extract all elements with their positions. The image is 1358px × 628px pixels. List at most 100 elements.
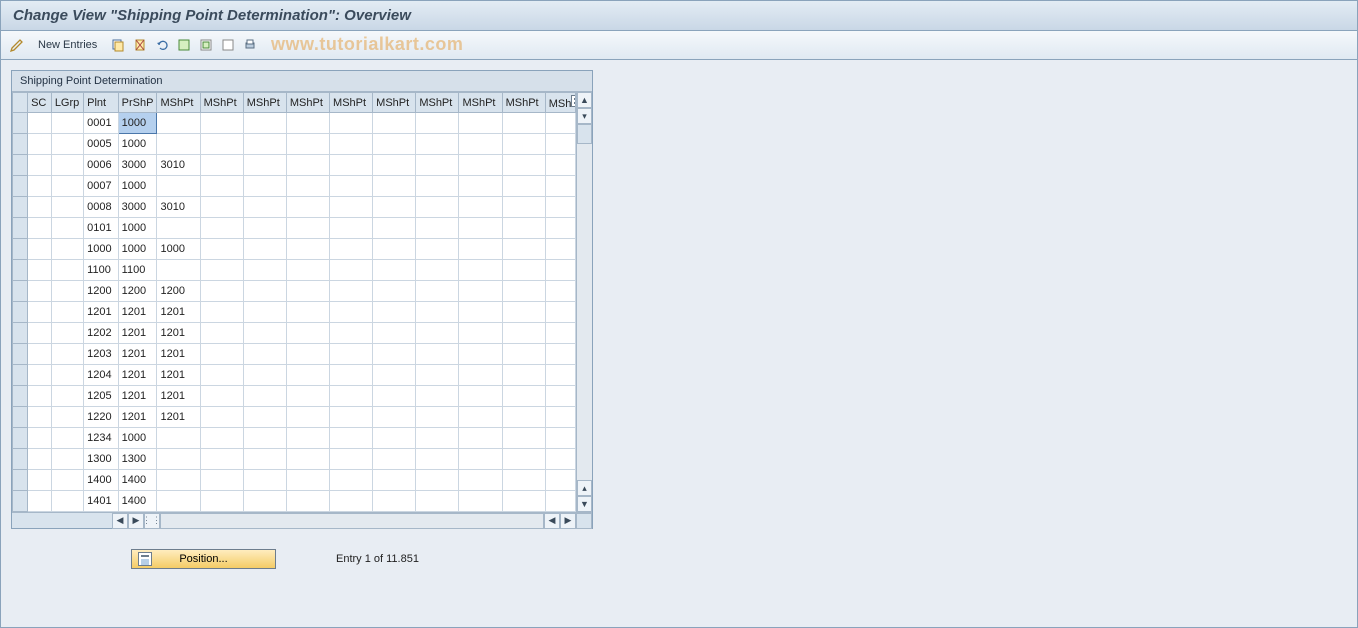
cell-sc[interactable] bbox=[28, 428, 52, 449]
cell-plnt[interactable]: 1000 bbox=[84, 239, 119, 260]
col-lgrp[interactable]: LGrp bbox=[51, 93, 83, 113]
col-mshpt[interactable]: MShPt bbox=[286, 93, 329, 113]
cell-mshpt[interactable] bbox=[545, 344, 575, 365]
cell-mshpt[interactable] bbox=[416, 323, 459, 344]
row-selector[interactable] bbox=[13, 260, 28, 281]
col-mshpt[interactable]: MShPt bbox=[330, 93, 373, 113]
cell-plnt[interactable]: 1201 bbox=[84, 302, 119, 323]
cell-mshpt[interactable] bbox=[416, 449, 459, 470]
cell-lgrp[interactable] bbox=[51, 302, 83, 323]
cell-sc[interactable] bbox=[28, 218, 52, 239]
cell-mshpt[interactable] bbox=[200, 491, 243, 512]
row-selector[interactable] bbox=[13, 281, 28, 302]
cell-mshpt[interactable] bbox=[200, 428, 243, 449]
cell-lgrp[interactable] bbox=[51, 218, 83, 239]
cell-mshpt[interactable] bbox=[286, 428, 329, 449]
cell-prshp[interactable]: 1400 bbox=[118, 470, 157, 491]
row-selector[interactable] bbox=[13, 218, 28, 239]
cell-mshpt[interactable] bbox=[286, 155, 329, 176]
row-selector[interactable] bbox=[13, 155, 28, 176]
cell-mshpt[interactable] bbox=[286, 113, 329, 134]
col-mshpt[interactable]: MShPt bbox=[200, 93, 243, 113]
cell-mshpt[interactable] bbox=[416, 386, 459, 407]
cell-plnt[interactable]: 1401 bbox=[84, 491, 119, 512]
print-icon[interactable] bbox=[242, 37, 258, 53]
row-selector[interactable] bbox=[13, 344, 28, 365]
cell-prshp[interactable]: 1000 bbox=[118, 428, 157, 449]
cell-mshpt[interactable] bbox=[243, 281, 286, 302]
cell-prshp[interactable]: 1000 bbox=[118, 218, 157, 239]
cell-mshpt[interactable]: 3010 bbox=[157, 197, 200, 218]
cell-mshpt[interactable] bbox=[416, 365, 459, 386]
cell-mshpt[interactable] bbox=[330, 449, 373, 470]
cell-mshpt[interactable] bbox=[373, 407, 416, 428]
cell-mshpt[interactable] bbox=[416, 218, 459, 239]
col-mshpt[interactable]: MShPt bbox=[416, 93, 459, 113]
cell-mshpt[interactable] bbox=[330, 302, 373, 323]
cell-mshpt[interactable] bbox=[459, 281, 502, 302]
cell-mshpt[interactable] bbox=[330, 176, 373, 197]
cell-mshpt[interactable] bbox=[373, 218, 416, 239]
cell-mshpt[interactable] bbox=[459, 470, 502, 491]
cell-mshpt[interactable] bbox=[545, 428, 575, 449]
cell-mshpt[interactable] bbox=[545, 470, 575, 491]
cell-mshpt[interactable] bbox=[459, 176, 502, 197]
cell-mshpt[interactable] bbox=[502, 197, 545, 218]
cell-mshpt[interactable]: 1201 bbox=[157, 302, 200, 323]
cell-mshpt[interactable] bbox=[286, 407, 329, 428]
cell-mshpt[interactable] bbox=[200, 218, 243, 239]
cell-mshpt[interactable] bbox=[330, 323, 373, 344]
cell-mshpt[interactable] bbox=[200, 449, 243, 470]
cell-lgrp[interactable] bbox=[51, 344, 83, 365]
cell-mshpt[interactable] bbox=[373, 260, 416, 281]
data-grid[interactable]: SC LGrp Plnt PrShP MShPt MShPt MShPt MSh… bbox=[12, 92, 576, 512]
cell-mshpt[interactable] bbox=[200, 176, 243, 197]
cell-mshpt[interactable] bbox=[286, 176, 329, 197]
cell-mshpt[interactable] bbox=[330, 386, 373, 407]
cell-mshpt[interactable] bbox=[373, 239, 416, 260]
cell-mshpt[interactable] bbox=[330, 407, 373, 428]
cell-mshpt[interactable] bbox=[200, 386, 243, 407]
cell-prshp[interactable]: 1000 bbox=[118, 134, 157, 155]
cell-mshpt[interactable] bbox=[243, 407, 286, 428]
cell-mshpt[interactable] bbox=[330, 344, 373, 365]
cell-mshpt[interactable] bbox=[243, 134, 286, 155]
cell-plnt[interactable]: 0006 bbox=[84, 155, 119, 176]
cell-plnt[interactable]: 0007 bbox=[84, 176, 119, 197]
cell-mshpt[interactable] bbox=[200, 470, 243, 491]
cell-mshpt[interactable] bbox=[200, 281, 243, 302]
cell-mshpt[interactable] bbox=[373, 281, 416, 302]
col-mshpt[interactable]: MShPt bbox=[243, 93, 286, 113]
cell-mshpt[interactable] bbox=[459, 134, 502, 155]
cell-prshp[interactable]: 1300 bbox=[118, 449, 157, 470]
scroll-up-icon[interactable]: ▲ bbox=[577, 92, 592, 108]
scroll-down-icon[interactable]: ▼ bbox=[577, 496, 592, 512]
cell-mshpt[interactable] bbox=[459, 407, 502, 428]
cell-mshpt[interactable]: 1201 bbox=[157, 344, 200, 365]
cell-prshp[interactable]: 1201 bbox=[118, 323, 157, 344]
copy-icon[interactable] bbox=[110, 37, 126, 53]
cell-mshpt[interactable] bbox=[416, 407, 459, 428]
cell-mshpt[interactable] bbox=[243, 344, 286, 365]
cell-mshpt[interactable] bbox=[286, 134, 329, 155]
cell-mshpt[interactable] bbox=[243, 197, 286, 218]
cell-mshpt[interactable] bbox=[200, 260, 243, 281]
cell-prshp[interactable]: 1100 bbox=[118, 260, 157, 281]
cell-mshpt[interactable] bbox=[459, 428, 502, 449]
cell-mshpt[interactable] bbox=[200, 302, 243, 323]
vertical-scrollbar[interactable]: ▲ ▾ ▴ ▼ bbox=[576, 92, 592, 512]
row-selector[interactable] bbox=[13, 176, 28, 197]
cell-mshpt[interactable] bbox=[373, 365, 416, 386]
cell-plnt[interactable]: 0005 bbox=[84, 134, 119, 155]
cell-mshpt[interactable] bbox=[157, 134, 200, 155]
cell-mshpt[interactable] bbox=[502, 260, 545, 281]
cell-mshpt[interactable] bbox=[545, 323, 575, 344]
cell-mshpt[interactable] bbox=[157, 113, 200, 134]
cell-mshpt[interactable] bbox=[200, 134, 243, 155]
cell-plnt[interactable]: 1205 bbox=[84, 386, 119, 407]
cell-mshpt[interactable] bbox=[502, 428, 545, 449]
cell-mshpt[interactable] bbox=[286, 239, 329, 260]
cell-lgrp[interactable] bbox=[51, 197, 83, 218]
cell-sc[interactable] bbox=[28, 197, 52, 218]
cell-mshpt[interactable] bbox=[243, 155, 286, 176]
